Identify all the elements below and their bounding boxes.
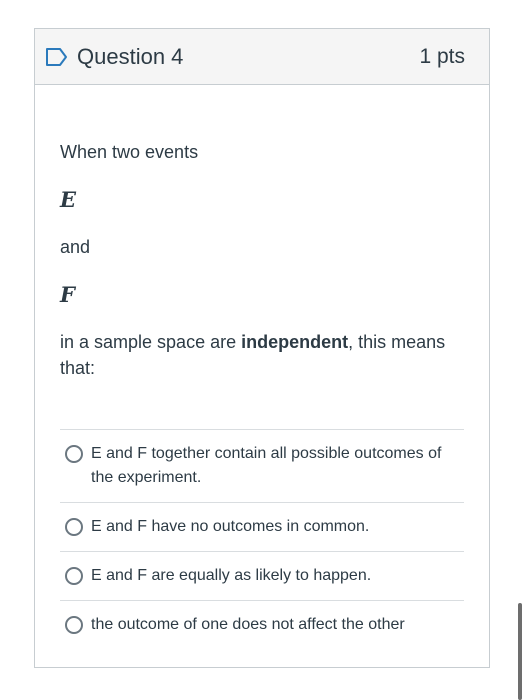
scrollbar[interactable] [518,603,522,700]
answer-label: the outcome of one does not affect the o… [91,616,405,633]
answer-list: E and F together contain all possible ou… [60,429,464,649]
radio-icon[interactable] [65,567,83,585]
prompt-line-3-start: in a sample space are [60,332,237,352]
answer-label: E and F together contain all possible ou… [91,445,442,486]
prompt-line-2: and [60,237,91,257]
variable-e: E [60,187,77,212]
radio-icon[interactable] [65,616,83,634]
question-header: Question 4 1 pts [35,29,489,85]
answer-label: E and F are equally as likely to happen. [91,567,372,584]
prompt-line-3: in a sample space are independent, this … [60,329,464,381]
answer-option-2[interactable]: E and F have no outcomes in common. [60,503,464,552]
flag-icon[interactable] [45,47,69,67]
answer-option-3[interactable]: E and F are equally as likely to happen. [60,552,464,601]
variable-f: F [60,282,75,307]
radio-icon[interactable] [65,445,83,463]
answer-option-1[interactable]: E and F together contain all possible ou… [60,430,464,503]
prompt-line-1: When two events [60,142,199,162]
radio-icon[interactable] [65,518,83,536]
question-title: Question 4 [77,43,184,69]
question-card: Question 4 1 pts When two events E and F… [34,28,490,668]
question-body: When two events E and F in a sample spac… [35,139,489,649]
answer-label: E and F have no outcomes in common. [91,518,370,535]
answer-option-4[interactable]: the outcome of one does not affect the o… [60,601,464,649]
prompt-keyword: independent [241,332,349,352]
question-points: 1 pts [419,44,465,68]
